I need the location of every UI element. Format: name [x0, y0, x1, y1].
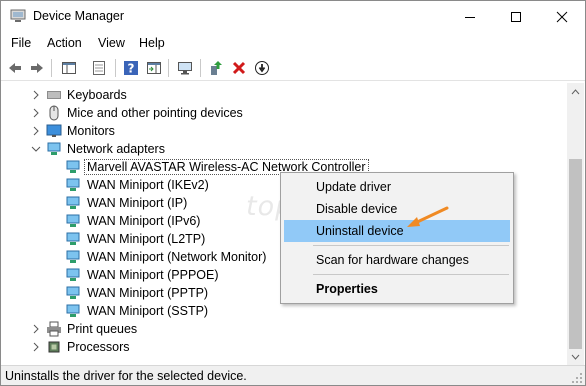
network-adapter-icon: [66, 196, 80, 209]
tree-item-print-queues[interactable]: Print queues: [7, 320, 566, 338]
title-bar: Device Manager: [1, 1, 585, 32]
tree-item-mice[interactable]: Mice and other pointing devices: [7, 104, 566, 122]
context-separator: [313, 274, 509, 275]
network-adapter-icon: [66, 214, 80, 227]
vertical-scrollbar[interactable]: [567, 83, 584, 365]
context-item-label: Uninstall device: [316, 224, 404, 238]
network-adapter-icon: [66, 286, 80, 299]
menu-action[interactable]: Action: [43, 35, 86, 51]
tree-label: Print queues: [67, 322, 138, 336]
chevron-right-icon[interactable]: [30, 89, 42, 101]
minimize-button[interactable]: [447, 1, 493, 32]
window-title: Device Manager: [33, 9, 125, 23]
menu-bar: File Action View Help: [1, 33, 585, 53]
tree-label: Keyboards: [67, 88, 127, 102]
chevron-right-icon[interactable]: [30, 323, 42, 335]
tree-item-wan-sstp[interactable]: WAN Miniport (SSTP): [7, 302, 566, 320]
annotation-arrow-icon: [407, 206, 449, 227]
keyboard-icon: [47, 91, 61, 99]
tree-item-monitors[interactable]: Monitors: [7, 122, 566, 140]
tree-item-processors[interactable]: Processors: [7, 338, 566, 356]
properties-icon[interactable]: [89, 58, 109, 78]
monitor-icon: [46, 124, 62, 137]
context-item-label: Scan for hardware changes: [316, 253, 469, 267]
tree-label: WAN Miniport (SSTP): [87, 304, 209, 318]
status-text: Uninstalls the driver for the selected d…: [5, 369, 247, 383]
maximize-button[interactable]: [493, 1, 539, 32]
tree-label: Network adapters: [67, 142, 165, 156]
network-adapter-icon: [66, 304, 80, 317]
action-pane-icon[interactable]: [144, 58, 164, 78]
context-item-label: Update driver: [316, 180, 392, 194]
context-uninstall-device[interactable]: Uninstall device: [284, 220, 510, 242]
menu-file[interactable]: File: [7, 35, 35, 51]
context-menu: Update driver Disable device Uninstall d…: [280, 172, 514, 304]
tree-label: WAN Miniport (IKEv2): [87, 178, 209, 192]
mouse-icon: [49, 105, 59, 121]
network-adapter-icon: [47, 142, 61, 155]
menu-help[interactable]: Help: [135, 35, 169, 51]
status-bar: Uninstalls the driver for the selected d…: [1, 365, 585, 385]
forward-arrow-icon[interactable]: [27, 58, 47, 78]
resize-grip-icon[interactable]: [571, 372, 583, 384]
context-item-label: Properties: [316, 282, 378, 296]
help-icon[interactable]: ?: [121, 58, 141, 78]
context-disable-device[interactable]: Disable device: [284, 198, 510, 220]
chevron-right-icon[interactable]: [30, 341, 42, 353]
scrollbar-thumb[interactable]: [569, 159, 582, 349]
device-manager-window: Device Manager File Action View Help ? K…: [0, 0, 586, 386]
processor-icon: [48, 341, 60, 353]
scan-hardware-icon[interactable]: [175, 58, 195, 78]
device-manager-icon: [10, 9, 26, 23]
tree-label: WAN Miniport (IP): [87, 196, 188, 210]
tree-item-keyboards[interactable]: Keyboards: [7, 86, 566, 104]
printer-icon: [47, 321, 61, 337]
context-update-driver[interactable]: Update driver: [284, 176, 510, 198]
network-adapter-icon: [66, 232, 80, 245]
tree-label: WAN Miniport (PPTP): [87, 286, 209, 300]
menu-view[interactable]: View: [94, 35, 129, 51]
context-item-label: Disable device: [316, 202, 398, 216]
context-scan-hardware[interactable]: Scan for hardware changes: [284, 249, 510, 271]
chevron-right-icon[interactable]: [30, 125, 42, 137]
svg-text:?: ?: [128, 62, 135, 76]
update-driver-icon[interactable]: [206, 58, 226, 78]
disable-device-icon[interactable]: [252, 58, 272, 78]
context-properties[interactable]: Properties: [284, 278, 510, 300]
tree-label: WAN Miniport (Network Monitor): [87, 250, 267, 264]
tree-label: WAN Miniport (L2TP): [87, 232, 206, 246]
tree-label: Processors: [67, 340, 130, 354]
network-adapter-icon: [66, 268, 80, 281]
network-adapter-icon: [66, 160, 80, 173]
context-separator: [313, 245, 509, 246]
uninstall-icon[interactable]: [229, 58, 249, 78]
tree-label: WAN Miniport (IPv6): [87, 214, 201, 228]
tree-label: Monitors: [67, 124, 115, 138]
close-button[interactable]: [539, 1, 585, 32]
show-hide-console-tree-icon[interactable]: [59, 58, 79, 78]
chevron-right-icon[interactable]: [30, 107, 42, 119]
scroll-up-icon[interactable]: [567, 83, 584, 100]
tree-label: Mice and other pointing devices: [67, 106, 243, 120]
network-adapter-icon: [66, 250, 80, 263]
scroll-down-icon[interactable]: [567, 348, 584, 365]
back-arrow-icon[interactable]: [5, 58, 25, 78]
chevron-down-icon[interactable]: [30, 143, 42, 155]
tree-item-network-adapters[interactable]: Network adapters: [7, 140, 566, 158]
toolbar: ?: [1, 55, 585, 81]
tree-label: WAN Miniport (PPPOE): [87, 268, 219, 282]
network-adapter-icon: [66, 178, 80, 191]
